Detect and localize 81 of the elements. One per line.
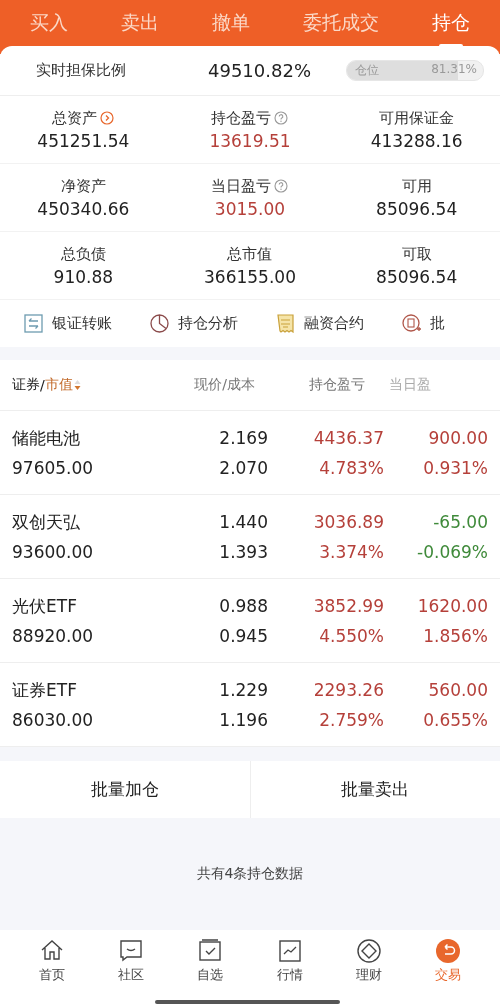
table-cell-text: 1.196	[219, 708, 268, 732]
column-header: 当日盈	[389, 376, 432, 394]
table-cell-text: 0.945	[219, 624, 268, 648]
table-cell-text: 900.00	[428, 426, 488, 450]
nav-tab[interactable]: 首页	[38, 966, 65, 984]
table-cell-text: -0.069%	[417, 540, 488, 564]
table-cell-text: 4436.37	[313, 426, 384, 450]
metric-value: 13619.51	[209, 130, 291, 151]
metric-value: 413288.16	[370, 130, 463, 151]
table-cell-text: 0.655%	[423, 708, 488, 732]
metric-label: 当日盈亏	[211, 176, 272, 196]
ratio-label: 实时担保比例	[36, 61, 127, 80]
ratio-value: 49510.82%	[208, 60, 312, 81]
metric-label: 可取	[401, 244, 432, 264]
metric-value: 85096.54	[376, 266, 458, 287]
sort-header[interactable]: 市值	[44, 376, 73, 394]
metric-label: 净资产	[60, 176, 106, 196]
position-value: 81.31%	[431, 62, 477, 76]
column-header: 现价/成本	[194, 376, 256, 394]
table-cell-text: 560.00	[428, 678, 488, 702]
table-cell-text: -65.00	[433, 510, 488, 534]
table-cell-text: 证券ETF	[12, 678, 78, 702]
table-cell-text: 储能电池	[12, 426, 81, 450]
nav-tab[interactable]: 行情	[276, 966, 303, 984]
document-icon	[276, 314, 296, 333]
table-cell-text: 3.374%	[319, 540, 384, 564]
metric-value: 85096.54	[376, 198, 458, 219]
metric-label: 可用保证金	[379, 108, 455, 128]
table-cell-text: 4.550%	[319, 624, 384, 648]
arrow-circle-icon	[100, 111, 115, 125]
help-icon	[274, 179, 289, 193]
metric-label: 可用	[401, 176, 432, 196]
summary-text: 共有4条持仓数据	[196, 865, 304, 883]
nav-tab[interactable]: 理财	[355, 966, 382, 984]
sort-icon	[73, 379, 81, 391]
transfer-icon	[24, 314, 44, 333]
table-cell-text: 1.856%	[423, 624, 488, 648]
table-cell-text: 2.169	[219, 426, 268, 450]
column-header: 证券	[12, 376, 40, 394]
checkbox-icon	[197, 938, 224, 964]
table-cell-text: 1.229	[219, 678, 268, 702]
metric-value: 451251.54	[37, 130, 130, 151]
column-header: 持仓盈亏	[309, 376, 366, 394]
metric-value: 910.88	[53, 266, 114, 287]
table-cell-text: 1.393	[219, 540, 268, 564]
metric-label: 总市值	[227, 244, 273, 264]
table-cell-text: 1620.00	[417, 594, 488, 618]
tool-link[interactable]: 银证转账	[52, 314, 112, 333]
help-icon	[274, 111, 289, 125]
table-cell-text: 2.759%	[319, 708, 384, 732]
metric-label: 总资产	[52, 108, 98, 128]
table-cell-text: 3852.99	[313, 594, 384, 618]
table-cell-text: 2293.26	[313, 678, 384, 702]
line-chart-icon	[276, 938, 303, 964]
table-cell-text: 4.783%	[319, 456, 384, 480]
table-cell-text: 86030.00	[12, 708, 95, 732]
position-label: 仓位	[355, 62, 379, 79]
table-cell-text: 0.931%	[423, 456, 488, 480]
table-cell-text: 88920.00	[12, 624, 95, 648]
metric-value: 366155.00	[204, 266, 296, 287]
table-cell-text: 光伏ETF	[12, 594, 78, 618]
metric-value: 450340.66	[37, 198, 130, 219]
tool-link[interactable]: 持仓分析	[178, 314, 238, 333]
table-cell-text: 2.070	[219, 456, 268, 480]
nav-tab[interactable]: 社区	[118, 966, 144, 984]
table-cell-text: 97605.00	[12, 456, 95, 480]
metric-label: 总负债	[60, 244, 106, 264]
nav-tab[interactable]: 自选	[197, 966, 224, 984]
table-cell-text: 0.988	[219, 594, 268, 618]
chat-bubble-icon	[118, 938, 144, 964]
tool-link[interactable]: 融资合约	[304, 314, 364, 333]
metric-value: 3015.00	[214, 198, 286, 219]
table-cell-text: 93600.00	[12, 540, 95, 564]
document-plus-icon	[402, 314, 422, 333]
pie-chart-icon	[150, 314, 170, 333]
metric-label: 持仓盈亏	[211, 108, 272, 128]
table-cell-text: 双创天弘	[12, 510, 81, 534]
tool-link[interactable]: 批	[430, 314, 445, 333]
table-cell-text: 1.440	[219, 510, 268, 534]
column-separator: /	[40, 377, 45, 393]
table-cell-text: 3036.89	[313, 510, 384, 534]
